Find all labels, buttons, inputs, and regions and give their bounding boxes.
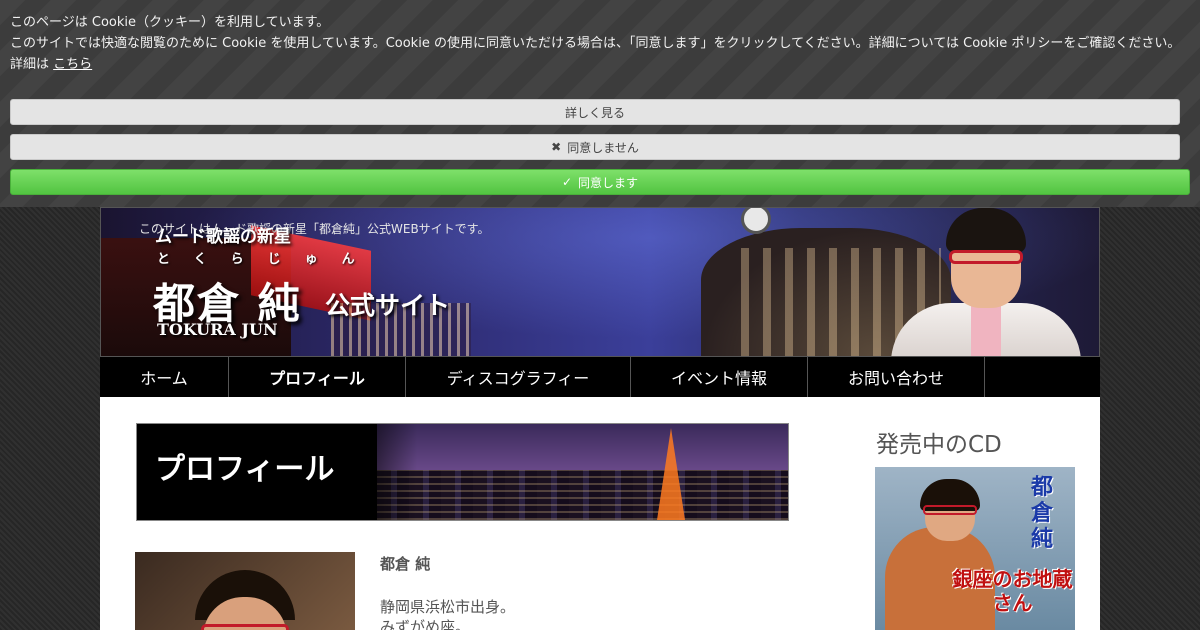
cookie-line-2: このサイトでは快適な閲覧のために Cookie を使用しています。Cookie … (10, 36, 1181, 51)
header-official: 公式サイト (325, 291, 451, 320)
tokyo-tower-icon (657, 428, 685, 520)
photo-glasses (201, 624, 289, 630)
header-roman-name: TOKURA JUN (157, 320, 278, 339)
nav-item-label: イベント情報 (670, 369, 767, 388)
profile-line-2: みずがめ座。 (380, 618, 471, 630)
header-artist-photo (891, 208, 1081, 356)
header-ruby: とくらじゅん (157, 252, 379, 267)
cd-artist-name: 都倉純 (1030, 475, 1053, 552)
nav-item-label: ホーム (140, 369, 188, 388)
nav-item-profile[interactable]: プロフィール (229, 357, 406, 397)
site-header: このサイトはムード歌謡の新星「都倉純」公式WEBサイトです。 ムード歌謡の新星 … (100, 207, 1100, 357)
check-icon: ✓ (561, 175, 573, 189)
accept-button-label: 同意します (578, 175, 639, 190)
nav-item-events[interactable]: イベント情報 (631, 357, 808, 397)
details-button[interactable]: 詳しく見る (10, 99, 1180, 125)
cookie-text: このページは Cookie（クッキー）を利用しています。 このサイトでは快適な閲… (0, 0, 1200, 75)
header-subtitle: ムード歌謡の新星 (155, 227, 291, 247)
profile-line-1: 静岡県浜松市出身。 (380, 598, 516, 616)
nav-item-home[interactable]: ホーム (100, 357, 229, 397)
main-content: プロフィール 都倉 純 静岡県浜松市出身。 みずがめ座。 発売中のCD 都倉純 … (100, 397, 1100, 630)
nav-item-contact[interactable]: お問い合わせ (808, 357, 985, 397)
cd-song-title: 銀座のお地蔵さん (952, 567, 1073, 615)
artist-glasses (949, 250, 1023, 264)
cookie-banner: このページは Cookie（クッキー）を利用しています。 このサイトでは快適な閲… (0, 0, 1200, 207)
profile-banner: プロフィール (136, 423, 789, 521)
artist-hair (946, 208, 1026, 253)
banner-cityscape (377, 424, 788, 520)
cd-cover[interactable]: 都倉純 銀座のお地蔵さん (875, 467, 1075, 630)
profile-photo (135, 552, 355, 630)
artist-shirt (971, 303, 1001, 356)
decline-button[interactable]: ✖ 同意しません (10, 134, 1180, 160)
close-icon: ✖ (551, 140, 562, 154)
cookie-line-1: このページは Cookie（クッキー）を利用しています。 (10, 15, 330, 30)
sidebar-title: 発売中のCD (876, 432, 1002, 458)
nav-item-discography[interactable]: ディスコグラフィー (406, 357, 631, 397)
nav-item-label: プロフィール (269, 369, 365, 388)
details-button-label: 詳しく見る (564, 105, 625, 120)
cd-glasses (923, 505, 977, 515)
banner-fade (337, 424, 417, 520)
cookie-line-3: 詳細は こちら (10, 54, 1190, 75)
decline-button-label: 同意しません (567, 140, 639, 155)
nav-item-label: ディスコグラフィー (446, 369, 590, 388)
page-title: プロフィール (155, 452, 335, 487)
nav-item-label: お問い合わせ (847, 369, 944, 388)
main-nav: ホーム プロフィール ディスコグラフィー イベント情報 お問い合わせ (100, 357, 1100, 397)
profile-name: 都倉 純 (380, 555, 431, 573)
details-link[interactable]: こちら (53, 57, 92, 72)
details-prefix: 詳細は (10, 57, 50, 72)
accept-button[interactable]: ✓ 同意します (10, 169, 1190, 195)
